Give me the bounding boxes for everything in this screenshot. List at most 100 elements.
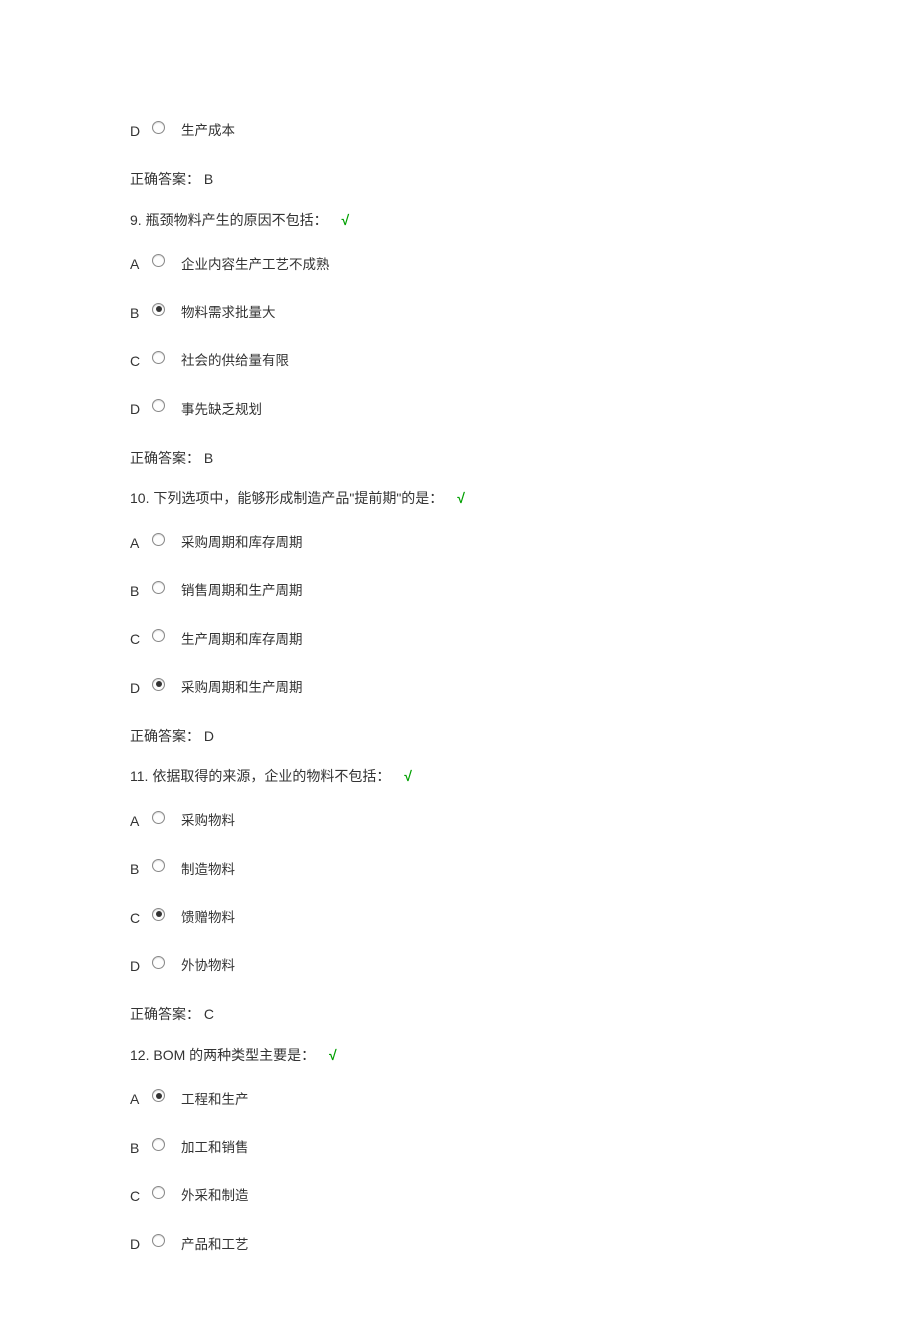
q12-question: 12. BOM 的两种类型主要是： √ [130,1044,790,1066]
radio-wrap[interactable] [152,578,165,600]
radio-icon [152,859,165,872]
answer-value: D [204,728,214,744]
question-text: BOM 的两种类型主要是： [153,1047,315,1063]
radio-wrap[interactable] [152,626,165,648]
option-letter: C [130,907,144,929]
question-text: 依据取得的来源，企业的物料不包括： [152,768,390,784]
q12-option-b: B 加工和销售 [130,1137,790,1159]
option-letter: D [130,1233,144,1255]
q12-option-a: A 工程和生产 [130,1088,790,1110]
option-text: 采购物料 [181,810,235,832]
radio-wrap[interactable] [152,251,165,273]
option-text: 工程和生产 [181,1089,249,1111]
q12-option-c: C 外采和制造 [130,1185,790,1207]
radio-icon [152,254,165,267]
question-number: 12. [130,1047,149,1063]
q12-option-d: D 产品和工艺 [130,1233,790,1255]
q11-option-d: D 外协物料 [130,955,790,977]
question-text: 下列选项中，能够形成制造产品"提前期"的是： [153,490,443,506]
radio-icon [152,1089,165,1102]
q10-option-d: D 采购周期和生产周期 [130,677,790,699]
radio-icon [152,121,165,134]
radio-wrap[interactable] [152,675,165,697]
radio-icon [152,581,165,594]
q10-option-a: A 采购周期和库存周期 [130,532,790,554]
answer-value: B [204,171,213,187]
option-letter: D [130,120,144,142]
radio-icon [152,1186,165,1199]
option-text: 事先缺乏规划 [181,399,262,421]
radio-icon [152,908,165,921]
radio-wrap[interactable] [152,953,165,975]
q8-answer: 正确答案： B [130,168,790,190]
option-letter: C [130,628,144,650]
question-text: 瓶颈物料产生的原因不包括： [146,212,328,228]
answer-value: C [204,1006,214,1022]
radio-icon [152,1138,165,1151]
option-text: 企业内容生产工艺不成熟 [181,254,330,276]
option-letter: D [130,398,144,420]
option-letter: B [130,858,144,880]
q9-option-a: A 企业内容生产工艺不成熟 [130,253,790,275]
answer-label: 正确答案： [130,728,200,744]
q11-question: 11. 依据取得的来源，企业的物料不包括： √ [130,765,790,787]
radio-wrap[interactable] [152,1231,165,1253]
q10-answer: 正确答案： D [130,725,790,747]
radio-wrap[interactable] [152,856,165,878]
q10-question: 10. 下列选项中，能够形成制造产品"提前期"的是： √ [130,487,790,509]
option-letter: C [130,1185,144,1207]
option-letter: A [130,810,144,832]
q10-option-b: B 销售周期和生产周期 [130,580,790,602]
answer-value: B [204,450,213,466]
q9-question: 9. 瓶颈物料产生的原因不包括： √ [130,209,790,231]
option-letter: C [130,350,144,372]
option-text: 物料需求批量大 [181,302,276,324]
q9-option-c: C 社会的供给量有限 [130,350,790,372]
option-letter: A [130,532,144,554]
radio-icon [152,678,165,691]
check-icon: √ [329,1047,337,1063]
radio-wrap[interactable] [152,348,165,370]
radio-wrap[interactable] [152,118,165,140]
question-number: 9. [130,212,142,228]
option-text: 外协物料 [181,955,235,977]
q9-answer: 正确答案： B [130,447,790,469]
radio-icon [152,351,165,364]
check-icon: √ [457,490,465,506]
q11-option-c: C 馈赠物料 [130,907,790,929]
option-text: 加工和销售 [181,1137,249,1159]
option-text: 采购周期和生产周期 [181,677,303,699]
option-text: 生产成本 [181,120,235,142]
radio-wrap[interactable] [152,1183,165,1205]
option-letter: A [130,1088,144,1110]
answer-label: 正确答案： [130,450,200,466]
q9-option-b: B 物料需求批量大 [130,302,790,324]
option-text: 生产周期和库存周期 [181,629,303,651]
q9-option-d: D 事先缺乏规划 [130,398,790,420]
option-letter: B [130,302,144,324]
q11-answer: 正确答案： C [130,1003,790,1025]
question-number: 11. [130,768,148,784]
q8-option-d: D 生产成本 [130,120,790,142]
radio-wrap[interactable] [152,808,165,830]
check-icon: √ [404,768,412,784]
radio-wrap[interactable] [152,530,165,552]
option-text: 销售周期和生产周期 [181,580,303,602]
option-text: 社会的供给量有限 [181,350,289,372]
option-letter: B [130,580,144,602]
radio-wrap[interactable] [152,905,165,927]
option-letter: D [130,677,144,699]
radio-wrap[interactable] [152,300,165,322]
q11-option-b: B 制造物料 [130,858,790,880]
radio-wrap[interactable] [152,1135,165,1157]
radio-icon [152,303,165,316]
q10-option-c: C 生产周期和库存周期 [130,628,790,650]
radio-icon [152,399,165,412]
radio-icon [152,956,165,969]
radio-icon [152,629,165,642]
radio-wrap[interactable] [152,1086,165,1108]
radio-wrap[interactable] [152,396,165,418]
option-text: 采购周期和库存周期 [181,532,303,554]
radio-icon [152,811,165,824]
radio-icon [152,1234,165,1247]
